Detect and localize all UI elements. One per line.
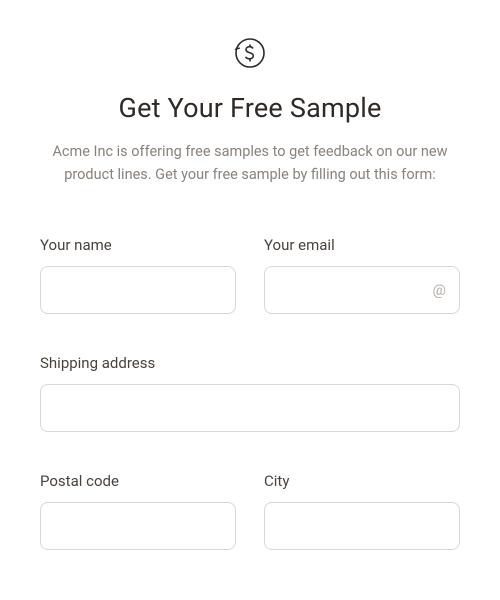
dollar-circle-icon bbox=[233, 36, 267, 74]
city-input[interactable] bbox=[264, 502, 460, 550]
sample-form: Your name Your email @ Shipping address … bbox=[40, 236, 460, 550]
input-wrap bbox=[264, 502, 460, 550]
address-input[interactable] bbox=[40, 384, 460, 432]
address-label: Shipping address bbox=[40, 354, 460, 372]
city-label: City bbox=[264, 472, 460, 490]
postal-label: Postal code bbox=[40, 472, 236, 490]
input-wrap bbox=[40, 502, 236, 550]
page-subtitle: Acme Inc is offering free samples to get… bbox=[40, 140, 460, 186]
form-row: Your name Your email @ bbox=[40, 236, 460, 314]
city-field-group: City bbox=[264, 472, 460, 550]
email-field-group: Your email @ bbox=[264, 236, 460, 314]
header-icon-wrap bbox=[40, 36, 460, 74]
page-title: Get Your Free Sample bbox=[40, 92, 460, 124]
name-label: Your name bbox=[40, 236, 236, 254]
email-input[interactable] bbox=[264, 266, 460, 314]
input-wrap bbox=[40, 384, 460, 432]
address-field-group: Shipping address bbox=[40, 354, 460, 432]
input-wrap: @ bbox=[264, 266, 460, 314]
postal-input[interactable] bbox=[40, 502, 236, 550]
form-row: Shipping address bbox=[40, 354, 460, 432]
postal-field-group: Postal code bbox=[40, 472, 236, 550]
input-wrap bbox=[40, 266, 236, 314]
name-field-group: Your name bbox=[40, 236, 236, 314]
form-row: Postal code City bbox=[40, 472, 460, 550]
email-label: Your email bbox=[264, 236, 460, 254]
name-input[interactable] bbox=[40, 266, 236, 314]
